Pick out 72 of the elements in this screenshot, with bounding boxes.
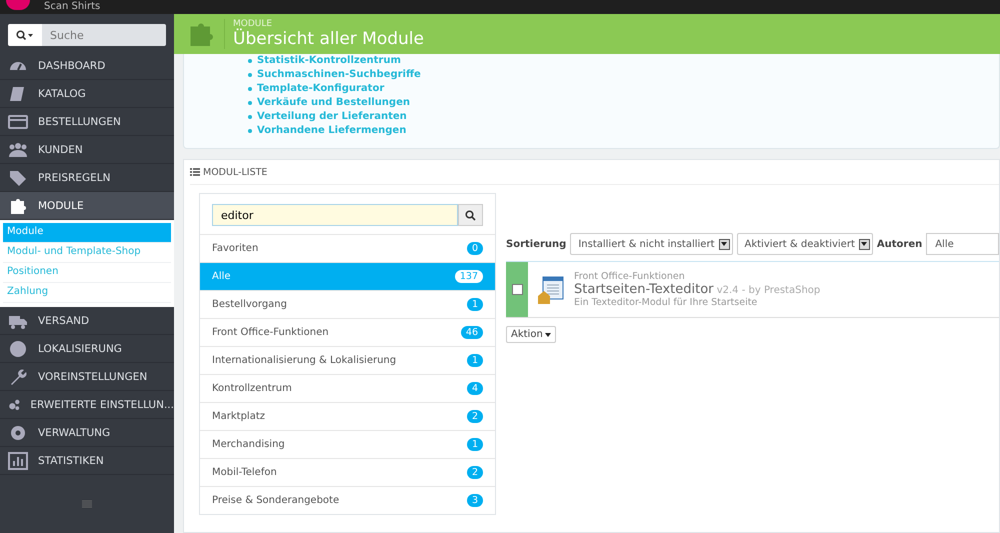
module-category: Front Office-Funktionen bbox=[574, 271, 686, 282]
install-filter-select[interactable]: Installiert & nicht installiert bbox=[570, 233, 732, 255]
sidebar-item[interactable]: DASHBOARD bbox=[0, 52, 174, 80]
category-item[interactable]: Kontrollzentrum 4 bbox=[200, 374, 495, 402]
bullet-icon bbox=[248, 115, 252, 119]
shop-name: Scan Shirts bbox=[44, 0, 100, 14]
dropdown-arrow-icon bbox=[861, 242, 868, 246]
count-badge: 1 bbox=[466, 438, 483, 451]
menu-icon bbox=[8, 338, 28, 358]
category-item[interactable]: Internationalisierung & Lokalisierung 1 bbox=[200, 346, 495, 374]
search-icon bbox=[465, 210, 476, 220]
bullet-icon bbox=[248, 59, 252, 63]
authors-label: Autoren bbox=[876, 238, 922, 250]
category-label: Favoriten bbox=[212, 243, 258, 254]
count-badge: 2 bbox=[466, 466, 483, 479]
bullet-icon bbox=[248, 129, 252, 133]
search-icon bbox=[16, 30, 34, 40]
sidebar-item[interactable]: MODULE bbox=[0, 192, 174, 220]
sidebar-item[interactable]: KATALOG bbox=[0, 80, 174, 108]
search-button[interactable] bbox=[458, 204, 483, 226]
count-badge: 1 bbox=[466, 354, 483, 367]
category-item[interactable]: Marktplatz 2 bbox=[200, 402, 495, 430]
category-item[interactable]: Mobil-Telefon 2 bbox=[200, 458, 495, 486]
category-label: Internationalisierung & Lokalisierung bbox=[212, 355, 396, 366]
module-icon bbox=[538, 276, 564, 304]
module-title: Startseiten-Texteditor v2.4 - by PrestaShop bbox=[574, 282, 820, 297]
checkbox[interactable] bbox=[512, 284, 522, 295]
count-badge: 137 bbox=[454, 270, 483, 283]
category-item[interactable]: Front Office-Funktionen 46 bbox=[200, 318, 495, 346]
panel-title: MODUL-LISTE bbox=[203, 166, 268, 178]
sidebar-item[interactable]: ERWEITERTE EINSTELLUN... bbox=[0, 391, 174, 419]
category-label: Alle bbox=[212, 271, 231, 282]
caret-icon bbox=[544, 332, 551, 336]
category-item[interactable]: Merchandising 1 bbox=[200, 430, 495, 458]
count-badge: 1 bbox=[466, 298, 483, 311]
category-label: Marktplatz bbox=[212, 411, 266, 422]
category-label: Front Office-Funktionen bbox=[212, 327, 329, 338]
category-label: Kontrollzentrum bbox=[212, 383, 292, 394]
sidebar-item[interactable]: STATISTIKEN bbox=[0, 447, 174, 475]
bullet-icon bbox=[248, 101, 252, 105]
category-label: Merchandising bbox=[212, 439, 285, 450]
sidebar-item[interactable]: VOREINSTELLUNGEN bbox=[0, 363, 174, 391]
bullet-icon bbox=[248, 87, 252, 91]
list-icon bbox=[190, 168, 200, 176]
module-search-field[interactable]: editor bbox=[212, 204, 458, 226]
category-item[interactable]: Preise & Sonderangebote 3 bbox=[200, 486, 495, 514]
sidebar-item[interactable]: VERWALTUNG bbox=[0, 419, 174, 447]
category-label: Preise & Sonderangebote bbox=[212, 495, 340, 506]
authors-select[interactable]: Alle bbox=[926, 233, 999, 255]
category-item[interactable]: Bestellvorgang 1 bbox=[200, 290, 495, 318]
dropdown-arrow-icon bbox=[721, 242, 727, 246]
count-badge: 4 bbox=[466, 382, 483, 395]
action-button[interactable]: Aktion bbox=[506, 326, 556, 343]
sidebar-item[interactable]: KUNDEN bbox=[0, 136, 174, 164]
sidebar-item[interactable]: BESTELLUNGEN bbox=[0, 108, 174, 136]
menu-icon bbox=[8, 450, 28, 470]
shop-logo[interactable] bbox=[6, 0, 30, 10]
search-dropdown-button[interactable] bbox=[8, 24, 42, 46]
count-badge: 0 bbox=[466, 242, 483, 255]
count-badge: 46 bbox=[460, 326, 483, 339]
sidebar-item[interactable]: LOKALISIERUNG bbox=[0, 335, 174, 363]
count-badge: 3 bbox=[466, 494, 483, 507]
count-badge: 2 bbox=[466, 410, 483, 423]
sidebar-item[interactable]: VERSAND bbox=[0, 307, 174, 335]
bullet-icon bbox=[248, 73, 252, 77]
module-description: Ein Texteditor-Modul für Ihre Startseite bbox=[574, 297, 758, 308]
page-title: Übersicht aller Module bbox=[233, 29, 424, 49]
category-label: Bestellvorgang bbox=[212, 299, 287, 310]
search-field[interactable]: Suche bbox=[42, 24, 166, 46]
sort-label: Sortierung bbox=[506, 238, 566, 250]
category-label: Mobil-Telefon bbox=[212, 467, 277, 478]
status-filter-select[interactable]: Aktiviert & deaktiviert bbox=[736, 233, 873, 255]
